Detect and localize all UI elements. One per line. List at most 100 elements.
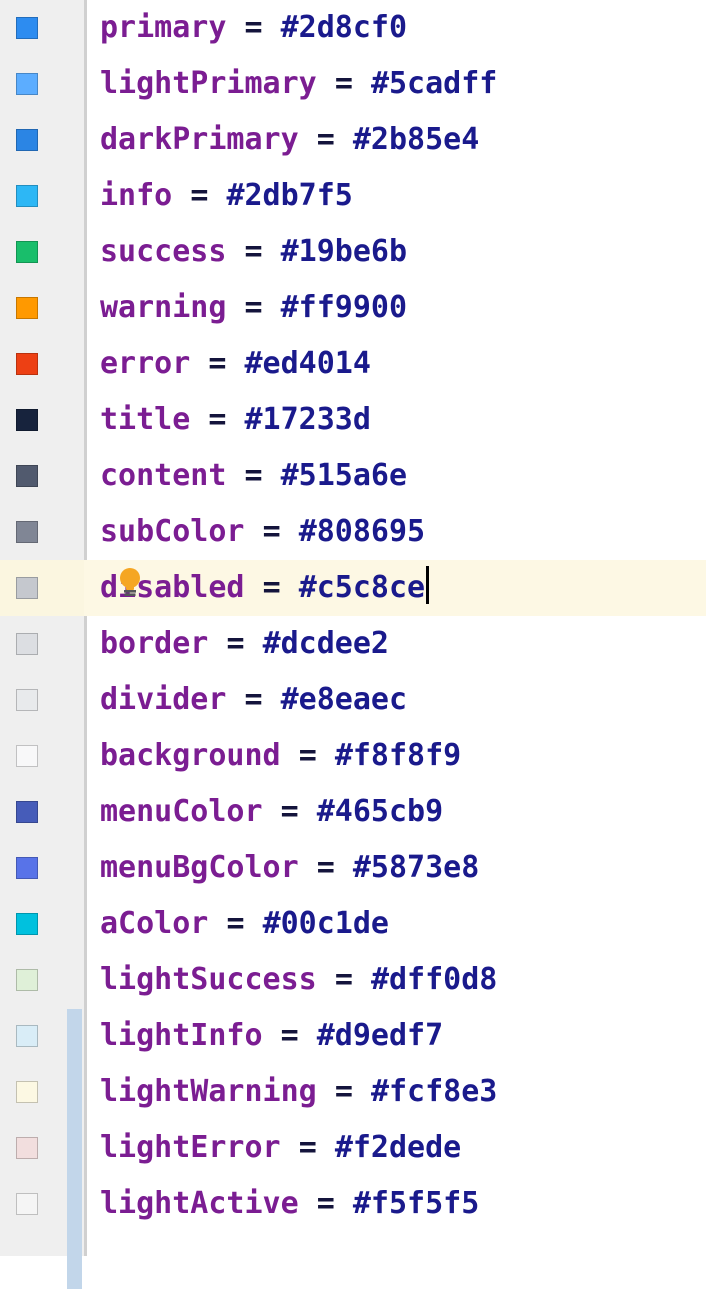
color-value: #2d8cf0 [280, 10, 408, 45]
code-line[interactable]: darkPrimary = #2b85e4 [0, 112, 706, 168]
code-text[interactable]: lightWarning = #fcf8e3 [100, 1064, 497, 1120]
color-swatch-gutter-icon[interactable] [16, 969, 38, 991]
code-line[interactable]: title = #17233d [0, 392, 706, 448]
code-text[interactable]: error = #ed4014 [100, 336, 371, 392]
color-swatch-gutter-icon[interactable] [16, 521, 38, 543]
color-value: #dcdee2 [262, 626, 389, 661]
code-text[interactable]: darkPrimary = #2b85e4 [100, 112, 479, 168]
code-text[interactable]: lightPrimary = #5cadff [100, 56, 497, 112]
code-editor[interactable]: primary = #2d8cf0 lightPrimary = #5cadff d… [0, 0, 706, 1289]
assignment-operator: = [334, 962, 353, 997]
code-line[interactable]: lightError = #f2dede [0, 1120, 706, 1176]
color-swatch-gutter-icon[interactable] [16, 913, 38, 935]
assignment-operator: = [334, 66, 353, 101]
color-value: #515a6e [280, 458, 408, 493]
color-swatch-gutter-icon[interactable] [16, 857, 38, 879]
code-line[interactable]: border = #dcdee2 [0, 616, 706, 672]
current-line-gutter-highlight [0, 560, 84, 616]
color-value: #5cadff [370, 66, 498, 101]
property-name: menuBgColor [100, 850, 299, 885]
property-name: lightSuccess [100, 962, 317, 997]
code-line[interactable]: lightWarning = #fcf8e3 [0, 1064, 706, 1120]
color-swatch-gutter-icon[interactable] [16, 409, 38, 431]
color-swatch-gutter-icon[interactable] [16, 465, 38, 487]
code-text[interactable]: content = #515a6e [100, 448, 407, 504]
property-name: error [100, 346, 191, 381]
assignment-operator: = [208, 402, 227, 437]
assignment-operator: = [208, 346, 227, 381]
code-text[interactable]: warning = #ff9900 [100, 280, 407, 336]
code-text[interactable]: lightError = #f2dede [100, 1120, 461, 1176]
code-text[interactable]: disabled = #c5c8ce [100, 560, 430, 616]
code-line[interactable]: content = #515a6e [0, 448, 706, 504]
property-name: warning [100, 290, 227, 325]
color-swatch-gutter-icon[interactable] [16, 241, 38, 263]
color-swatch-gutter-icon[interactable] [16, 17, 38, 39]
code-text[interactable]: menuBgColor = #5873e8 [100, 840, 479, 896]
code-line[interactable]: background = #f8f8f9 [0, 728, 706, 784]
color-swatch-gutter-icon[interactable] [16, 1081, 38, 1103]
color-value: #d9edf7 [316, 1018, 444, 1053]
code-line[interactable]: error = #ed4014 [0, 336, 706, 392]
code-line[interactable]: menuBgColor = #5873e8 [0, 840, 706, 896]
property-name: primary [100, 10, 227, 45]
assignment-operator: = [226, 906, 245, 941]
color-swatch-gutter-icon[interactable] [16, 185, 38, 207]
code-line[interactable]: info = #2db7f5 [0, 168, 706, 224]
color-swatch-gutter-icon[interactable] [16, 297, 38, 319]
color-swatch-gutter-icon[interactable] [16, 745, 38, 767]
code-line[interactable]: lightPrimary = #5cadff [0, 56, 706, 112]
code-line[interactable]: success = #19be6b [0, 224, 706, 280]
code-line[interactable]: disabled = #c5c8ce [0, 560, 706, 616]
code-line[interactable]: lightSuccess = #dff0d8 [0, 952, 706, 1008]
code-text[interactable]: menuColor = #465cb9 [100, 784, 443, 840]
code-text[interactable]: lightInfo = #d9edf7 [100, 1008, 443, 1064]
code-line[interactable]: divider = #e8eaec [0, 672, 706, 728]
assignment-operator: = [316, 1186, 335, 1221]
code-line[interactable]: lightInfo = #d9edf7 [0, 1008, 706, 1064]
code-text[interactable]: info = #2db7f5 [100, 168, 353, 224]
assignment-operator: = [226, 626, 245, 661]
color-swatch-gutter-icon[interactable] [16, 1137, 38, 1159]
code-text[interactable]: border = #dcdee2 [100, 616, 389, 672]
code-text[interactable]: primary = #2d8cf0 [100, 0, 407, 56]
color-value: #2b85e4 [352, 122, 480, 157]
code-text[interactable]: aColor = #00c1de [100, 896, 389, 952]
color-swatch-gutter-icon[interactable] [16, 353, 38, 375]
color-value: #f2dede [334, 1130, 462, 1165]
property-name: title [100, 402, 191, 437]
property-name: lightPrimary [100, 66, 317, 101]
code-text[interactable]: title = #17233d [100, 392, 371, 448]
code-line[interactable]: lightActive = #f5f5f5 [0, 1176, 706, 1232]
property-name: lightInfo [100, 1018, 263, 1053]
color-swatch-gutter-icon[interactable] [16, 633, 38, 655]
color-swatch-gutter-icon[interactable] [16, 129, 38, 151]
color-swatch-gutter-icon[interactable] [16, 689, 38, 711]
color-swatch-gutter-icon[interactable] [16, 1025, 38, 1047]
assignment-operator: = [298, 1130, 317, 1165]
color-value: #808695 [298, 514, 426, 549]
color-value: #dff0d8 [370, 962, 498, 997]
color-value: #ed4014 [244, 346, 371, 381]
code-line[interactable]: menuColor = #465cb9 [0, 784, 706, 840]
code-text[interactable]: subColor = #808695 [100, 504, 425, 560]
color-value: #f5f5f5 [352, 1186, 480, 1221]
code-text[interactable]: divider = #e8eaec [100, 672, 407, 728]
code-line[interactable]: aColor = #00c1de [0, 896, 706, 952]
color-value: #17233d [244, 402, 371, 437]
code-line[interactable]: subColor = #808695 [0, 504, 706, 560]
code-text[interactable]: success = #19be6b [100, 224, 407, 280]
color-swatch-gutter-icon[interactable] [16, 1193, 38, 1215]
color-swatch-gutter-icon[interactable] [16, 73, 38, 95]
lightbulb-intention-icon[interactable] [116, 565, 144, 599]
assignment-operator: = [280, 1018, 299, 1053]
assignment-operator: = [244, 290, 263, 325]
code-text[interactable]: background = #f8f8f9 [100, 728, 461, 784]
color-swatch-gutter-icon[interactable] [16, 801, 38, 823]
property-name: background [100, 738, 281, 773]
code-line[interactable]: warning = #ff9900 [0, 280, 706, 336]
code-text[interactable]: lightActive = #f5f5f5 [100, 1176, 479, 1232]
code-text[interactable]: lightSuccess = #dff0d8 [100, 952, 497, 1008]
code-line[interactable]: primary = #2d8cf0 [0, 0, 706, 56]
color-swatch-gutter-icon[interactable] [16, 577, 38, 599]
